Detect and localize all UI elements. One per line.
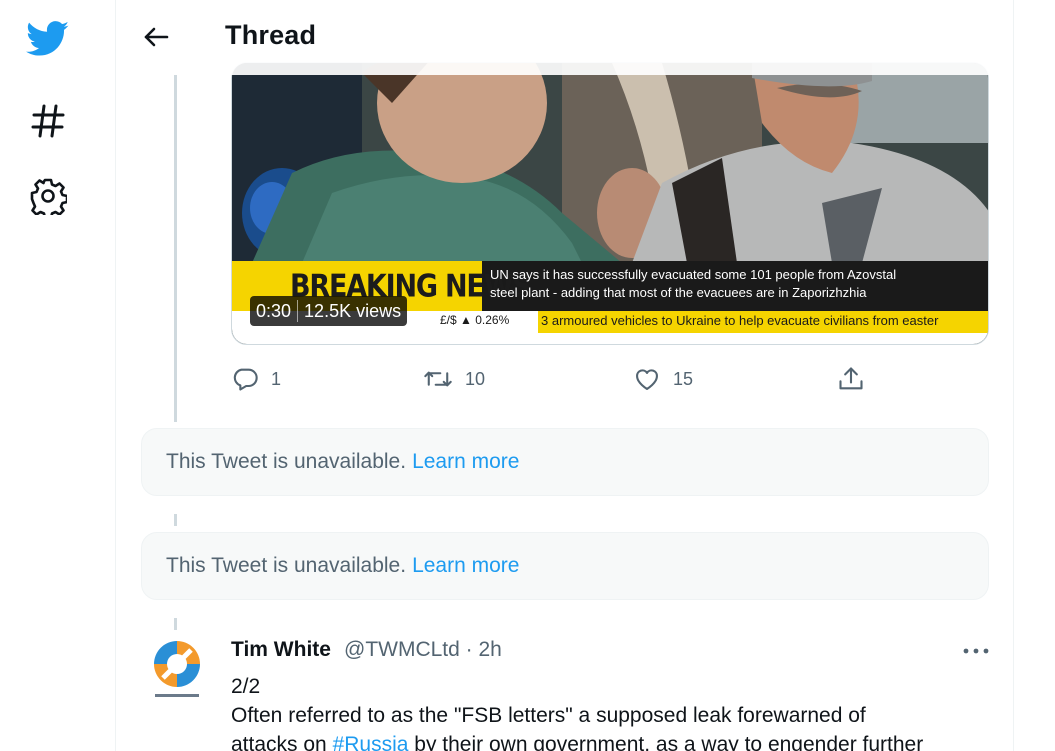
retweet-count: 10	[465, 368, 486, 389]
video-views: 12.5K views	[304, 300, 402, 321]
ticker-footer	[232, 333, 988, 344]
tweet-line: 2/2	[231, 675, 261, 698]
learn-more-link[interactable]: Learn more	[412, 450, 519, 474]
thread-connector	[174, 75, 177, 422]
tweet-text: 2/2 Often referred to as the "FSB letter…	[231, 672, 991, 751]
currency-ticker: £/$ ▲ 0.26%	[440, 313, 510, 327]
thread-connector	[174, 514, 177, 526]
author-handle[interactable]: @TWMCLtd	[344, 638, 460, 661]
news-ticker-text: 3 armoured vehicles to Ukraine to help e…	[541, 313, 939, 328]
share-button[interactable]	[837, 362, 865, 396]
author-meta: @TWMCLtd · 2h	[344, 638, 502, 662]
learn-more-link[interactable]: Learn more	[412, 554, 519, 578]
tweet-line: Often referred to as the "FSB letters" a…	[231, 704, 866, 727]
hashtag-link[interactable]: #Russia	[333, 733, 409, 751]
like-count: 15	[673, 368, 694, 389]
more-options-icon[interactable]	[961, 638, 991, 664]
tweet-line-suffix: by their own government, as a way to eng…	[408, 733, 924, 751]
page-title: Thread	[225, 20, 317, 50]
author-name[interactable]: Tim White	[231, 638, 331, 662]
video-player[interactable]: BREAKING NEWS UN says it has successfull…	[231, 62, 989, 345]
news-caption: UN says it has successfully evacuated so…	[490, 266, 988, 302]
gear-icon[interactable]	[18, 166, 78, 226]
reply-count: 1	[271, 368, 282, 389]
avatar[interactable]	[149, 636, 205, 706]
left-navigation	[0, 0, 115, 751]
thread-connector	[174, 618, 177, 630]
news-caption-line: steel plant - adding that most of the ev…	[490, 285, 867, 300]
thread-header: Thread	[116, 0, 1013, 75]
tweet-line-prefix: attacks on	[231, 733, 333, 751]
heart-icon	[636, 369, 658, 390]
unavailable-tweet-notice: This Tweet is unavailable. Learn more	[141, 428, 989, 496]
hashtag-icon[interactable]	[18, 91, 78, 151]
thread-column: Thread BREAKING NEWS UN says it has succ…	[115, 0, 1014, 751]
like-button[interactable]: 15	[633, 362, 693, 396]
news-ticker: 3 armoured vehicles to Ukraine to help e…	[538, 311, 988, 333]
badge-divider	[297, 300, 299, 322]
tweet-line: attacks on #Russia by their own governme…	[231, 730, 991, 751]
tweet-time[interactable]: · 2h	[466, 638, 502, 661]
retweet-icon	[424, 371, 452, 387]
unavailable-text: This Tweet is unavailable.	[166, 554, 407, 577]
video-duration: 0:30	[256, 300, 292, 321]
twitter-bird-icon[interactable]	[18, 9, 78, 69]
retweet-button[interactable]: 10	[423, 362, 485, 396]
tweet-actions: 1 10 15	[231, 362, 863, 396]
unavailable-text: This Tweet is unavailable.	[166, 450, 407, 473]
reply-button[interactable]: 1	[231, 362, 281, 396]
reply-icon	[233, 368, 258, 391]
back-arrow-icon[interactable]	[136, 17, 176, 57]
video-stats-badge: 0:30 12.5K views	[250, 296, 408, 326]
news-caption-line: UN says it has successfully evacuated so…	[490, 267, 897, 282]
share-icon	[839, 367, 863, 390]
unavailable-tweet-notice: This Tweet is unavailable. Learn more	[141, 532, 989, 600]
